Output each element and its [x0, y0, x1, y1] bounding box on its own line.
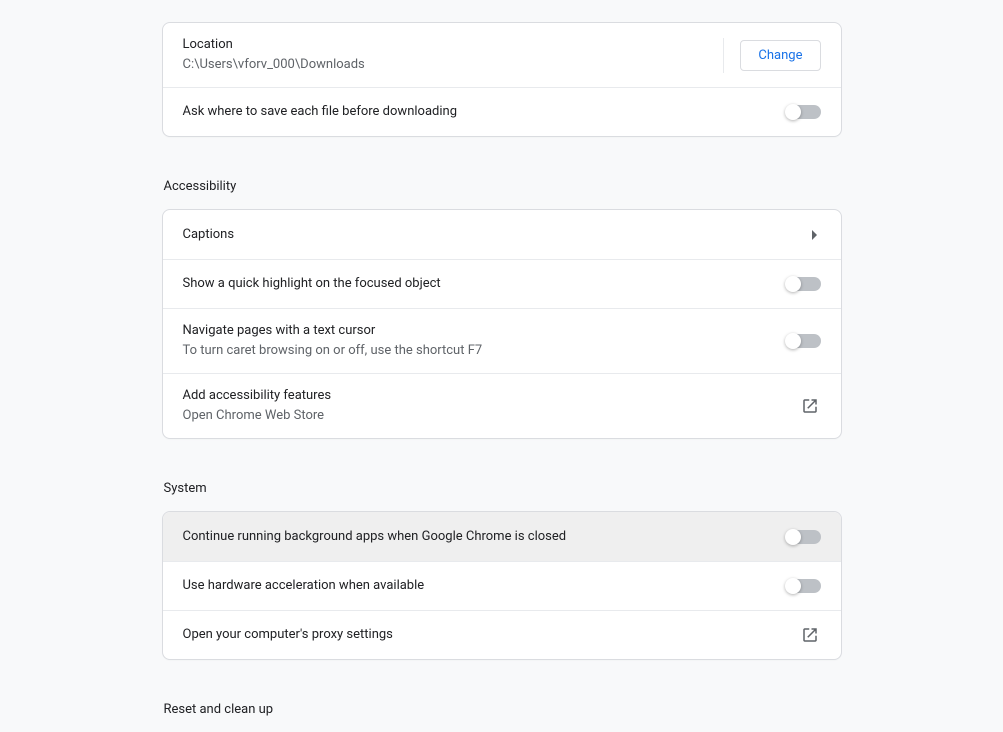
hw-accel-label: Use hardware acceleration when available: [183, 576, 787, 596]
change-location-button[interactable]: Change: [740, 40, 820, 71]
add-features-row[interactable]: Add accessibility features Open Chrome W…: [163, 373, 841, 438]
system-card: Continue running background apps when Go…: [162, 511, 842, 660]
highlight-toggle[interactable]: [787, 277, 821, 291]
bg-apps-toggle[interactable]: [787, 530, 821, 544]
captions-label: Captions: [183, 225, 812, 245]
downloads-card: Location C:\Users\vforv_000\Downloads Ch…: [162, 22, 842, 137]
external-link-icon: [801, 397, 819, 415]
hw-accel-row: Use hardware acceleration when available: [163, 561, 841, 610]
add-features-sub: Open Chrome Web Store: [183, 406, 801, 426]
bg-apps-row: Continue running background apps when Go…: [163, 512, 841, 561]
caret-sub: To turn caret browsing on or off, use th…: [183, 341, 787, 361]
bg-apps-label: Continue running background apps when Go…: [183, 527, 787, 547]
reset-header: Reset and clean up: [162, 702, 842, 732]
ask-save-label: Ask where to save each file before downl…: [183, 102, 787, 122]
divider: [723, 38, 724, 73]
highlight-row: Show a quick highlight on the focused ob…: [163, 259, 841, 308]
accessibility-header: Accessibility: [162, 179, 842, 209]
caret-row: Navigate pages with a text cursor To tur…: [163, 308, 841, 373]
captions-row[interactable]: Captions: [163, 210, 841, 259]
download-location-label: Location: [183, 35, 716, 55]
add-features-label: Add accessibility features: [183, 386, 801, 406]
caret-label: Navigate pages with a text cursor: [183, 321, 787, 341]
download-location-row: Location C:\Users\vforv_000\Downloads Ch…: [163, 23, 841, 87]
ask-save-row: Ask where to save each file before downl…: [163, 87, 841, 136]
proxy-label: Open your computer's proxy settings: [183, 625, 801, 645]
download-location-value: C:\Users\vforv_000\Downloads: [183, 55, 716, 75]
caret-toggle[interactable]: [787, 334, 821, 348]
highlight-label: Show a quick highlight on the focused ob…: [183, 274, 787, 294]
proxy-row[interactable]: Open your computer's proxy settings: [163, 610, 841, 659]
accessibility-card: Captions Show a quick highlight on the f…: [162, 209, 842, 439]
ask-save-toggle[interactable]: [787, 105, 821, 119]
external-link-icon: [801, 626, 819, 644]
hw-accel-toggle[interactable]: [787, 579, 821, 593]
system-header: System: [162, 481, 842, 511]
chevron-right-icon: [812, 230, 817, 240]
